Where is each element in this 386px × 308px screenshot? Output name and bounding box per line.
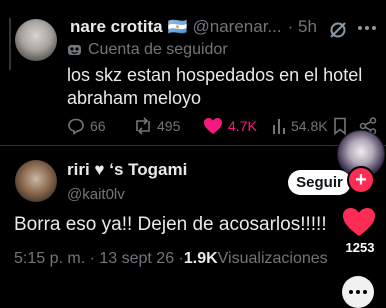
tweet-header: nare crotita 🇦🇷 @narenar... · 5h (70, 16, 317, 38)
overlay-like-icon[interactable] (341, 206, 377, 238)
avatar[interactable] (15, 19, 57, 61)
like-action[interactable]: 4.7K (203, 117, 257, 135)
follower-badge: Cuenta de seguidor (67, 40, 228, 60)
timestamp[interactable]: 5:15 p. m. · 13 sept 26 · (14, 250, 184, 268)
views-count: 54.8K (291, 118, 328, 134)
tweet-text: los skz estan hospedados en el hotel abr… (67, 64, 367, 110)
tweet-text-line: los skz estan hospedados en el hotel (67, 65, 363, 85)
overlay-like-count: 1253 (345, 240, 375, 255)
tweet-text: Borra eso ya!! Dejen de acosarlos!!!!! (14, 214, 327, 235)
handle[interactable]: @kait0lv (67, 186, 125, 203)
avatar[interactable] (15, 160, 57, 202)
follow-plus-icon[interactable]: + (347, 166, 375, 194)
display-name[interactable]: nare crotita (70, 17, 163, 37)
mask-icon (67, 43, 82, 58)
handle[interactable]: @narenar... (193, 17, 282, 37)
repost-icon (136, 117, 150, 135)
bar-chart-icon (273, 119, 285, 134)
repost-count: 495 (157, 118, 181, 134)
tweet-meta: 5:15 p. m. · 13 sept 26 · 1.9K Visualiza… (14, 249, 328, 269)
repost-action[interactable]: 495 (133, 117, 180, 135)
thread-line (9, 18, 11, 70)
follow-button[interactable]: Seguir (288, 170, 351, 195)
views-label: Visualizaciones (217, 250, 328, 267)
follower-label: Cuenta de seguidor (88, 41, 228, 58)
reply-icon (68, 118, 84, 135)
display-name[interactable]: riri ♥ ‘s Togami (67, 160, 187, 180)
timestamp[interactable]: · 5h (288, 17, 317, 37)
flag-icon: 🇦🇷 (167, 19, 188, 36)
views-action[interactable]: 54.8K (272, 117, 328, 135)
views-count: 1.9K (183, 250, 218, 267)
grok-icon[interactable] (328, 20, 348, 40)
reply-action[interactable]: 66 (67, 117, 106, 135)
divider (0, 145, 386, 146)
tweet-text-line: abraham meloyo (67, 88, 202, 108)
bookmark-icon[interactable] (333, 117, 347, 135)
more-options-icon[interactable] (357, 24, 377, 32)
heart-icon (204, 118, 222, 134)
like-count: 4.7K (228, 118, 257, 134)
reply-count: 66 (90, 118, 106, 134)
comments-icon[interactable] (342, 276, 374, 308)
